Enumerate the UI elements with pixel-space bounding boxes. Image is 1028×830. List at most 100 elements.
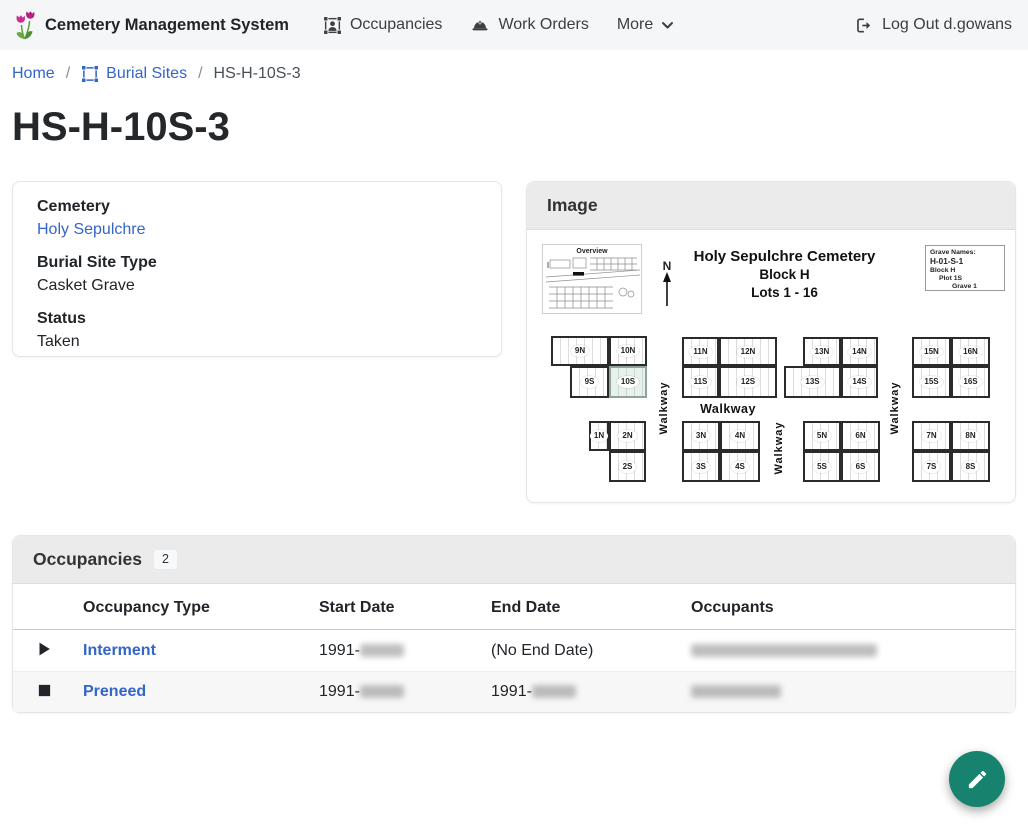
lot-label: 9N bbox=[571, 345, 589, 357]
map-title-line2: Block H bbox=[637, 266, 932, 284]
grave-names-box: Grave Names: H-01-S-1 Block H Plot 1S Gr… bbox=[925, 245, 1005, 291]
image-card-header: Image bbox=[527, 182, 1015, 230]
edit-fab-button[interactable] bbox=[949, 751, 1005, 807]
column-occupants: Occupants bbox=[683, 584, 1015, 630]
tulip-logo-icon bbox=[12, 10, 36, 40]
app-title: Cemetery Management System bbox=[45, 16, 289, 35]
lot-cell-8s: 8S bbox=[951, 451, 990, 482]
occupancy-link-preneed[interactable]: Preneed bbox=[83, 683, 146, 700]
logout-button[interactable]: Log Out d.gowans bbox=[854, 16, 1012, 35]
cemetery-link[interactable]: Holy Sepulchre bbox=[37, 221, 146, 238]
grave-name: H-01-S-1 bbox=[930, 257, 1000, 267]
lot-cell-6s: 6S bbox=[841, 451, 880, 482]
lot-cell-13s: 13S bbox=[784, 366, 841, 398]
lot-cell-15s: 15S bbox=[912, 366, 951, 398]
breadcrumb-home-link[interactable]: Home bbox=[12, 65, 55, 83]
image-card: Image Overview bbox=[526, 181, 1016, 503]
column-end-date: End Date bbox=[483, 584, 683, 630]
lot-cell-7n: 7N bbox=[912, 421, 951, 451]
lot-label: 1N bbox=[590, 430, 608, 442]
nav-item-work-orders[interactable]: Work Orders bbox=[470, 16, 588, 35]
map-title-line1: Holy Sepulchre Cemetery bbox=[637, 247, 932, 266]
occupants-cell bbox=[683, 672, 1015, 713]
lot-label: 11S bbox=[690, 376, 712, 388]
lot-label: 10S bbox=[617, 376, 639, 388]
lot-cell-3s: 3S bbox=[682, 451, 720, 482]
walkway-label-vertical-right: Walkway bbox=[889, 381, 901, 434]
grave-plot: Plot 1S bbox=[930, 275, 1000, 283]
map-title: Holy Sepulchre Cemetery Block H Lots 1 -… bbox=[637, 247, 932, 302]
lot-label: 2S bbox=[619, 461, 637, 473]
redacted-occupants bbox=[691, 644, 877, 657]
app-brand[interactable]: Cemetery Management System bbox=[12, 10, 289, 40]
nav-label-more: More bbox=[617, 16, 653, 34]
lot-label: 16S bbox=[959, 376, 981, 388]
lot-label: 15N bbox=[920, 346, 943, 358]
cemetery-label: Cemetery bbox=[37, 195, 477, 218]
lot-cell-13n: 13N bbox=[803, 337, 841, 366]
nav-label-occupancies: Occupancies bbox=[350, 16, 443, 34]
column-start-date: Start Date bbox=[311, 584, 483, 630]
lot-label: 13S bbox=[801, 376, 823, 388]
lot-cell-12s: 12S bbox=[719, 366, 777, 398]
occupancies-section: Occupancies 2 Occupancy Type Start Date … bbox=[12, 535, 1016, 713]
column-icon bbox=[13, 584, 75, 630]
lot-label: 15S bbox=[920, 376, 942, 388]
nav-item-more[interactable]: More bbox=[617, 16, 674, 34]
walkway-label-vertical-bottom: Walkway bbox=[773, 421, 785, 474]
lot-cell-9n: 9N bbox=[551, 336, 609, 366]
end-date-cell: 1991- bbox=[483, 672, 683, 713]
lot-label: 11N bbox=[689, 346, 711, 358]
lot-cell-10s: 10S bbox=[609, 366, 647, 398]
lot-cell-3n: 3N bbox=[682, 421, 720, 451]
nav-item-occupancies[interactable]: Occupancies bbox=[323, 16, 443, 35]
breadcrumb-separator: / bbox=[66, 65, 70, 83]
lot-cell-6n: 6N bbox=[841, 421, 880, 451]
lot-label: 8S bbox=[962, 461, 980, 473]
status-label: Status bbox=[37, 307, 477, 330]
occupancies-icon bbox=[323, 16, 342, 35]
lot-label: 12S bbox=[737, 376, 759, 388]
map-overview-thumbnail: Overview bbox=[542, 244, 642, 314]
lot-label: 9S bbox=[581, 376, 599, 388]
lot-cell-2n: 2N bbox=[609, 421, 646, 451]
lot-label: 12N bbox=[737, 346, 760, 358]
lot-label: 5S bbox=[813, 461, 831, 473]
navbar: Cemetery Management System Occupancies W… bbox=[0, 0, 1028, 50]
lot-label: 6N bbox=[851, 430, 869, 442]
breadcrumb: Home / Burial Sites / HS-H-10S-3 bbox=[0, 50, 1028, 83]
status-value: Taken bbox=[37, 330, 477, 354]
lot-cell-4s: 4S bbox=[720, 451, 760, 482]
lot-cell-9s: 9S bbox=[570, 366, 609, 398]
end-date-cell: (No End Date) bbox=[483, 630, 683, 672]
end-date-text: (No End Date) bbox=[491, 642, 593, 659]
column-occupancy-type: Occupancy Type bbox=[75, 584, 311, 630]
occupancy-link-interment[interactable]: Interment bbox=[83, 642, 156, 659]
occupancies-title: Occupancies bbox=[33, 549, 142, 570]
lot-label: 10N bbox=[617, 345, 640, 357]
breadcrumb-burial-sites-link[interactable]: Burial Sites bbox=[81, 65, 187, 83]
pencil-icon bbox=[966, 768, 989, 791]
chevron-down-icon bbox=[661, 19, 674, 32]
page-title: HS-H-10S-3 bbox=[12, 103, 1016, 151]
map-overview-sketch bbox=[545, 256, 641, 312]
work-orders-icon bbox=[470, 16, 490, 35]
lot-label: 8N bbox=[961, 430, 979, 442]
cards-row: Cemetery Holy Sepulchre Burial Site Type… bbox=[12, 181, 1016, 503]
lot-cell-8n: 8N bbox=[951, 421, 990, 451]
lot-label: 2N bbox=[618, 430, 636, 442]
field-burial-site-type: Burial Site Type Casket Grave bbox=[37, 251, 477, 298]
occupancies-count-badge: 2 bbox=[153, 549, 178, 570]
lot-cell-11n: 11N bbox=[682, 337, 719, 366]
occupants-cell bbox=[683, 630, 1015, 672]
lot-label: 3S bbox=[692, 461, 710, 473]
lot-cell-15n: 15N bbox=[912, 337, 951, 366]
lot-label: 3N bbox=[692, 430, 710, 442]
lot-cell-7s: 7S bbox=[912, 451, 951, 482]
lot-cell-12n: 12N bbox=[719, 337, 777, 366]
lot-cell-11s: 11S bbox=[682, 366, 719, 398]
redacted-occupants bbox=[691, 685, 781, 698]
start-date-prefix: 1991- bbox=[319, 642, 360, 659]
lot-label: 6S bbox=[852, 461, 870, 473]
start-date-cell: 1991- bbox=[311, 630, 483, 672]
